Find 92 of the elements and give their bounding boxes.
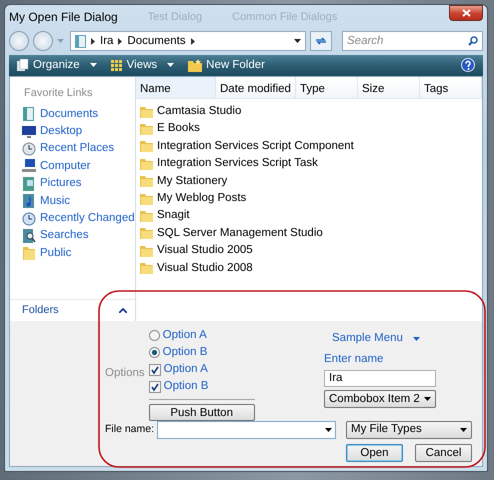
- search-icon: [22, 228, 36, 243]
- folder-icon: [140, 210, 153, 222]
- column-header[interactable]: Type: [296, 77, 358, 98]
- column-header[interactable]: Size: [358, 77, 420, 98]
- file-name-field[interactable]: [157, 421, 336, 439]
- favorite-link[interactable]: Searches: [10, 227, 135, 245]
- address-field[interactable]: Ira Documents: [70, 31, 306, 52]
- folder-icon: [140, 140, 153, 152]
- section-heading: Favorite Links: [23, 86, 94, 101]
- open-button[interactable]: Open: [346, 444, 403, 462]
- favorite-link[interactable]: Documents: [10, 106, 135, 123]
- refresh-icon: [315, 36, 327, 46]
- field-label: Enter name: [324, 352, 384, 367]
- close-button[interactable]: [449, 5, 483, 21]
- file-row[interactable]: SQL Server Management Studio: [136, 224, 482, 242]
- window-title: My Open File Dialog: [9, 9, 118, 26]
- cancel-button[interactable]: Cancel: [415, 444, 472, 462]
- folder-icon: [140, 244, 153, 257]
- file-row[interactable]: My Stationery: [136, 172, 482, 190]
- refresh-button[interactable]: [310, 31, 332, 52]
- chevron-right-icon: [190, 38, 195, 45]
- caret-icon: [167, 63, 174, 68]
- folder-icon: [140, 227, 153, 240]
- folder-icon: [140, 106, 153, 118]
- checkbox[interactable]: [148, 364, 161, 376]
- file-row[interactable]: E Books: [136, 120, 482, 138]
- computer-icon: [22, 159, 36, 174]
- combobox[interactable]: Combobox Item 2: [324, 390, 436, 408]
- picture-icon: [22, 176, 36, 191]
- file-row[interactable]: Camtasia Studio: [136, 103, 482, 120]
- file-row[interactable]: Snagit: [136, 207, 482, 225]
- folder-icon: [140, 123, 153, 136]
- caret-icon: [424, 397, 431, 402]
- file-row[interactable]: Visual Studio 2008: [136, 260, 482, 277]
- column-header[interactable]: Tags: [420, 77, 482, 98]
- field-label: File name:: [105, 422, 156, 438]
- file-row[interactable]: Integration Services Script Component: [136, 138, 482, 156]
- breadcrumb[interactable]: Ira: [100, 32, 114, 50]
- file-row[interactable]: My Weblog Posts: [136, 190, 482, 208]
- close-icon: [462, 9, 470, 17]
- help-icon: [461, 58, 475, 72]
- favorite-link[interactable]: Pictures: [10, 175, 135, 192]
- file-row[interactable]: Visual Studio 2005: [136, 242, 482, 260]
- caret-icon: [324, 428, 332, 432]
- folder-icon: [188, 58, 202, 72]
- breadcrumb[interactable]: Documents: [127, 32, 186, 50]
- file-type-combobox[interactable]: My File Types: [346, 421, 472, 439]
- chevron-up-icon: [119, 308, 127, 313]
- caret-icon: [412, 337, 420, 341]
- new-folder-button[interactable]: New Folder: [186, 55, 267, 76]
- folder-icon: [140, 262, 153, 274]
- radio-option[interactable]: Option A: [148, 327, 255, 344]
- music-note-icon: [22, 194, 36, 208]
- folder-icon: [140, 175, 153, 188]
- radio-option[interactable]: Option B: [148, 344, 255, 361]
- search-icon: [468, 36, 478, 46]
- chevron-right-icon: [118, 38, 122, 45]
- options-label: Options: [105, 366, 146, 382]
- caret-icon: [90, 63, 97, 68]
- sample-menu[interactable]: Sample Menu: [324, 329, 436, 349]
- checkbox[interactable]: [148, 380, 161, 392]
- views-menu[interactable]: Views: [108, 55, 176, 76]
- favorite-link[interactable]: Recent Places: [10, 140, 135, 158]
- radio-button[interactable]: [148, 330, 160, 341]
- column-header[interactable]: Name: [136, 77, 216, 98]
- folder-icon: [22, 246, 36, 260]
- column-header[interactable]: Date modified: [216, 77, 296, 98]
- name-field[interactable]: Ira: [324, 370, 436, 388]
- monitor-icon: [22, 124, 36, 139]
- clock-icon: [22, 212, 36, 226]
- push-button[interactable]: Push Button: [148, 404, 255, 421]
- favorite-link[interactable]: Recently Changed: [10, 210, 135, 228]
- chevron-right-icon: [91, 38, 95, 45]
- checkbox-option[interactable]: Option A: [148, 361, 255, 378]
- search-field[interactable]: Search: [342, 31, 483, 52]
- checkbox-option[interactable]: Option B: [148, 378, 255, 395]
- grid-icon: [110, 60, 123, 71]
- favorite-link[interactable]: Computer: [10, 158, 135, 176]
- favorite-link[interactable]: Music: [10, 192, 135, 210]
- clock-icon: [22, 142, 36, 156]
- favorite-link[interactable]: Public: [10, 244, 135, 262]
- caret-icon: [57, 39, 64, 44]
- pages-icon: [17, 58, 29, 72]
- favorite-link[interactable]: Desktop: [10, 122, 135, 140]
- file-row[interactable]: Integration Services Script Task: [136, 155, 482, 173]
- radio-button[interactable]: [148, 347, 160, 358]
- organize-menu[interactable]: Organize: [15, 55, 99, 76]
- document-icon: [22, 107, 36, 122]
- folder-icon: [140, 192, 153, 205]
- caret-icon: [460, 428, 467, 432]
- caret-icon: [294, 39, 301, 44]
- folder-icon: [140, 158, 153, 170]
